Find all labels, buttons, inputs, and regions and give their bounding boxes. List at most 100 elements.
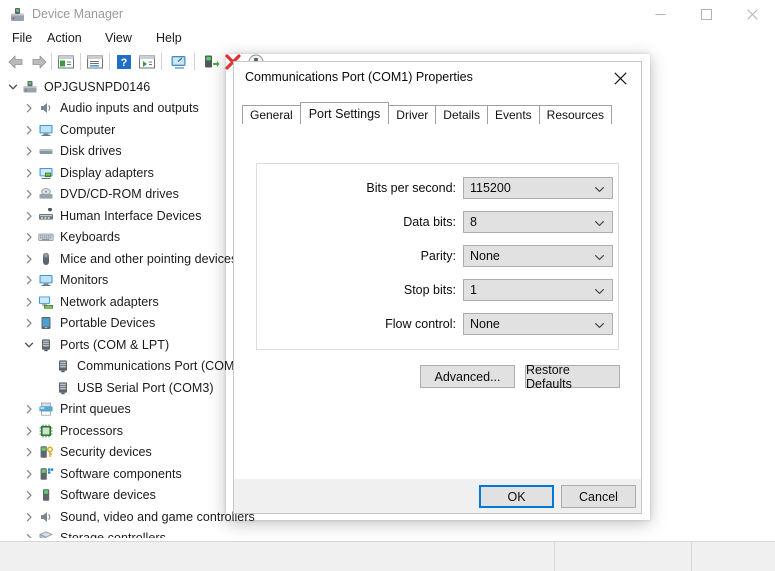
- menu-file[interactable]: File: [4, 27, 40, 49]
- toolbar-separator: [51, 53, 52, 70]
- chevron-down-icon[interactable]: [21, 337, 37, 353]
- chevron-right-icon[interactable]: [21, 487, 37, 503]
- combo-data-bits[interactable]: 8: [463, 211, 613, 233]
- chevron-right-icon[interactable]: [21, 122, 37, 138]
- tree-item-label: Portable Devices: [60, 316, 156, 331]
- tree-item-label: Monitors: [60, 273, 109, 288]
- menu-action[interactable]: Action: [39, 27, 90, 49]
- chevron-down-icon[interactable]: [594, 212, 605, 234]
- chevron-right-icon[interactable]: [21, 100, 37, 116]
- chevron-right-icon[interactable]: [21, 272, 37, 288]
- tree-item-label: Display adapters: [60, 165, 154, 180]
- svg-text:?: ?: [121, 57, 128, 69]
- chevron-right-icon[interactable]: [21, 208, 37, 224]
- field-label: Parity:: [420, 249, 456, 263]
- chevron-right-icon[interactable]: [21, 530, 37, 538]
- tree-item-label: DVD/CD-ROM drives: [60, 187, 179, 202]
- background-status-bar: [0, 541, 775, 571]
- chevron-down-icon[interactable]: [594, 280, 605, 302]
- tree-item-label: Communications Port (COM1): [77, 359, 246, 374]
- chevron-right-icon[interactable]: [21, 444, 37, 460]
- security-device-icon: [37, 444, 54, 461]
- menu-help[interactable]: Help: [148, 27, 190, 49]
- toolbar-separator: [80, 53, 81, 70]
- chevron-right-icon[interactable]: [21, 466, 37, 482]
- chevron-down-icon[interactable]: [594, 314, 605, 336]
- properties-icon[interactable]: [86, 53, 104, 71]
- tab-events[interactable]: Events: [486, 105, 540, 124]
- chevron-right-icon[interactable]: [21, 186, 37, 202]
- help-icon[interactable]: ?: [115, 53, 133, 71]
- dialog-body: General Port Settings Driver Details Events R…: [234, 94, 641, 479]
- tree-item-label: USB Serial Port (COM3): [77, 380, 214, 395]
- chevron-right-icon[interactable]: [21, 294, 37, 310]
- combo-flow-control[interactable]: None: [463, 313, 613, 335]
- tree-item-label: Mice and other pointing devices: [60, 251, 238, 266]
- port-settings-group: Bits per second: 115200 Data bits: 8 Parity:…: [256, 163, 619, 350]
- chevron-down-icon[interactable]: [5, 79, 21, 95]
- combo-value: None: [470, 249, 500, 263]
- chevron-down-icon[interactable]: [594, 246, 605, 268]
- chevron-right-icon[interactable]: [21, 165, 37, 181]
- tree-item-label: Keyboards: [60, 230, 121, 245]
- chevron-right-icon[interactable]: [21, 251, 37, 267]
- port-icon: [54, 358, 71, 375]
- tab-details[interactable]: Details: [435, 105, 488, 124]
- advanced-button[interactable]: Advanced...: [420, 365, 515, 388]
- portable-device-icon: [37, 315, 54, 332]
- restore-defaults-button[interactable]: Restore Defaults: [525, 363, 620, 391]
- forward-arrow-icon[interactable]: [30, 53, 48, 71]
- chevron-right-icon[interactable]: [21, 401, 37, 417]
- field-label: Bits per second:: [366, 181, 456, 195]
- combo-stop-bits[interactable]: 1: [463, 279, 613, 301]
- toolbar-separator: [109, 53, 110, 70]
- title-bar: Device Manager: [0, 0, 775, 29]
- chevron-right-icon[interactable]: [21, 229, 37, 245]
- com-port-properties-dialog: Communications Port (COM1) Properties Ge…: [233, 61, 642, 514]
- field-row: Stop bits: 1: [257, 279, 620, 301]
- tree-item-label: Computer: [60, 122, 116, 137]
- tab-resources[interactable]: Resources: [538, 105, 613, 124]
- chevron-right-icon[interactable]: [21, 315, 37, 331]
- port-icon: [54, 379, 71, 396]
- tree-item-label: Software components: [60, 466, 182, 481]
- close-icon[interactable]: [599, 62, 641, 94]
- chevron-right-icon[interactable]: [21, 423, 37, 439]
- tree-item-label: Storage controllers: [60, 531, 166, 538]
- tree-item[interactable]: Storage controllers: [0, 528, 775, 538]
- minimize-button[interactable]: [637, 0, 683, 29]
- dialog-title-bar: Communications Port (COM1) Properties: [234, 62, 641, 94]
- tree-item-label: Disk drives: [60, 144, 122, 159]
- ok-button[interactable]: OK: [479, 485, 554, 508]
- tree-item-label: Network adapters: [60, 294, 159, 309]
- optical-drive-icon: [37, 186, 54, 203]
- cancel-button[interactable]: Cancel: [561, 485, 636, 508]
- back-arrow-icon[interactable]: [7, 53, 25, 71]
- dialog-title: Communications Port (COM1) Properties: [245, 70, 473, 84]
- tab-port-settings[interactable]: Port Settings: [299, 102, 390, 124]
- combo-value: 115200: [470, 181, 511, 195]
- monitor-icon: [37, 121, 54, 138]
- combo-parity[interactable]: None: [463, 245, 613, 267]
- tree-item-label: Software devices: [60, 488, 156, 503]
- window-title: Device Manager: [32, 7, 124, 21]
- toolbar-separator: [194, 53, 195, 70]
- combo-bits-per-second[interactable]: 115200: [463, 177, 613, 199]
- chevron-right-icon[interactable]: [21, 509, 37, 525]
- field-row: Data bits: 8: [257, 211, 620, 233]
- background-status-divider: [554, 541, 555, 571]
- menu-view[interactable]: View: [97, 27, 140, 49]
- show-hidden-devices-icon[interactable]: [57, 53, 75, 71]
- combo-value: None: [470, 317, 500, 331]
- software-component-icon: [37, 465, 54, 482]
- tab-general[interactable]: General: [242, 105, 301, 124]
- chevron-down-icon[interactable]: [594, 178, 605, 200]
- scan-for-hardware-changes-icon[interactable]: [170, 53, 188, 71]
- software-device-icon: [37, 487, 54, 504]
- update-driver-icon[interactable]: [138, 53, 156, 71]
- close-window-icon[interactable]: [729, 0, 775, 29]
- enable-device-icon[interactable]: [202, 53, 220, 71]
- tab-driver[interactable]: Driver: [388, 105, 437, 124]
- chevron-right-icon[interactable]: [21, 143, 37, 159]
- maximize-button[interactable]: [683, 0, 729, 29]
